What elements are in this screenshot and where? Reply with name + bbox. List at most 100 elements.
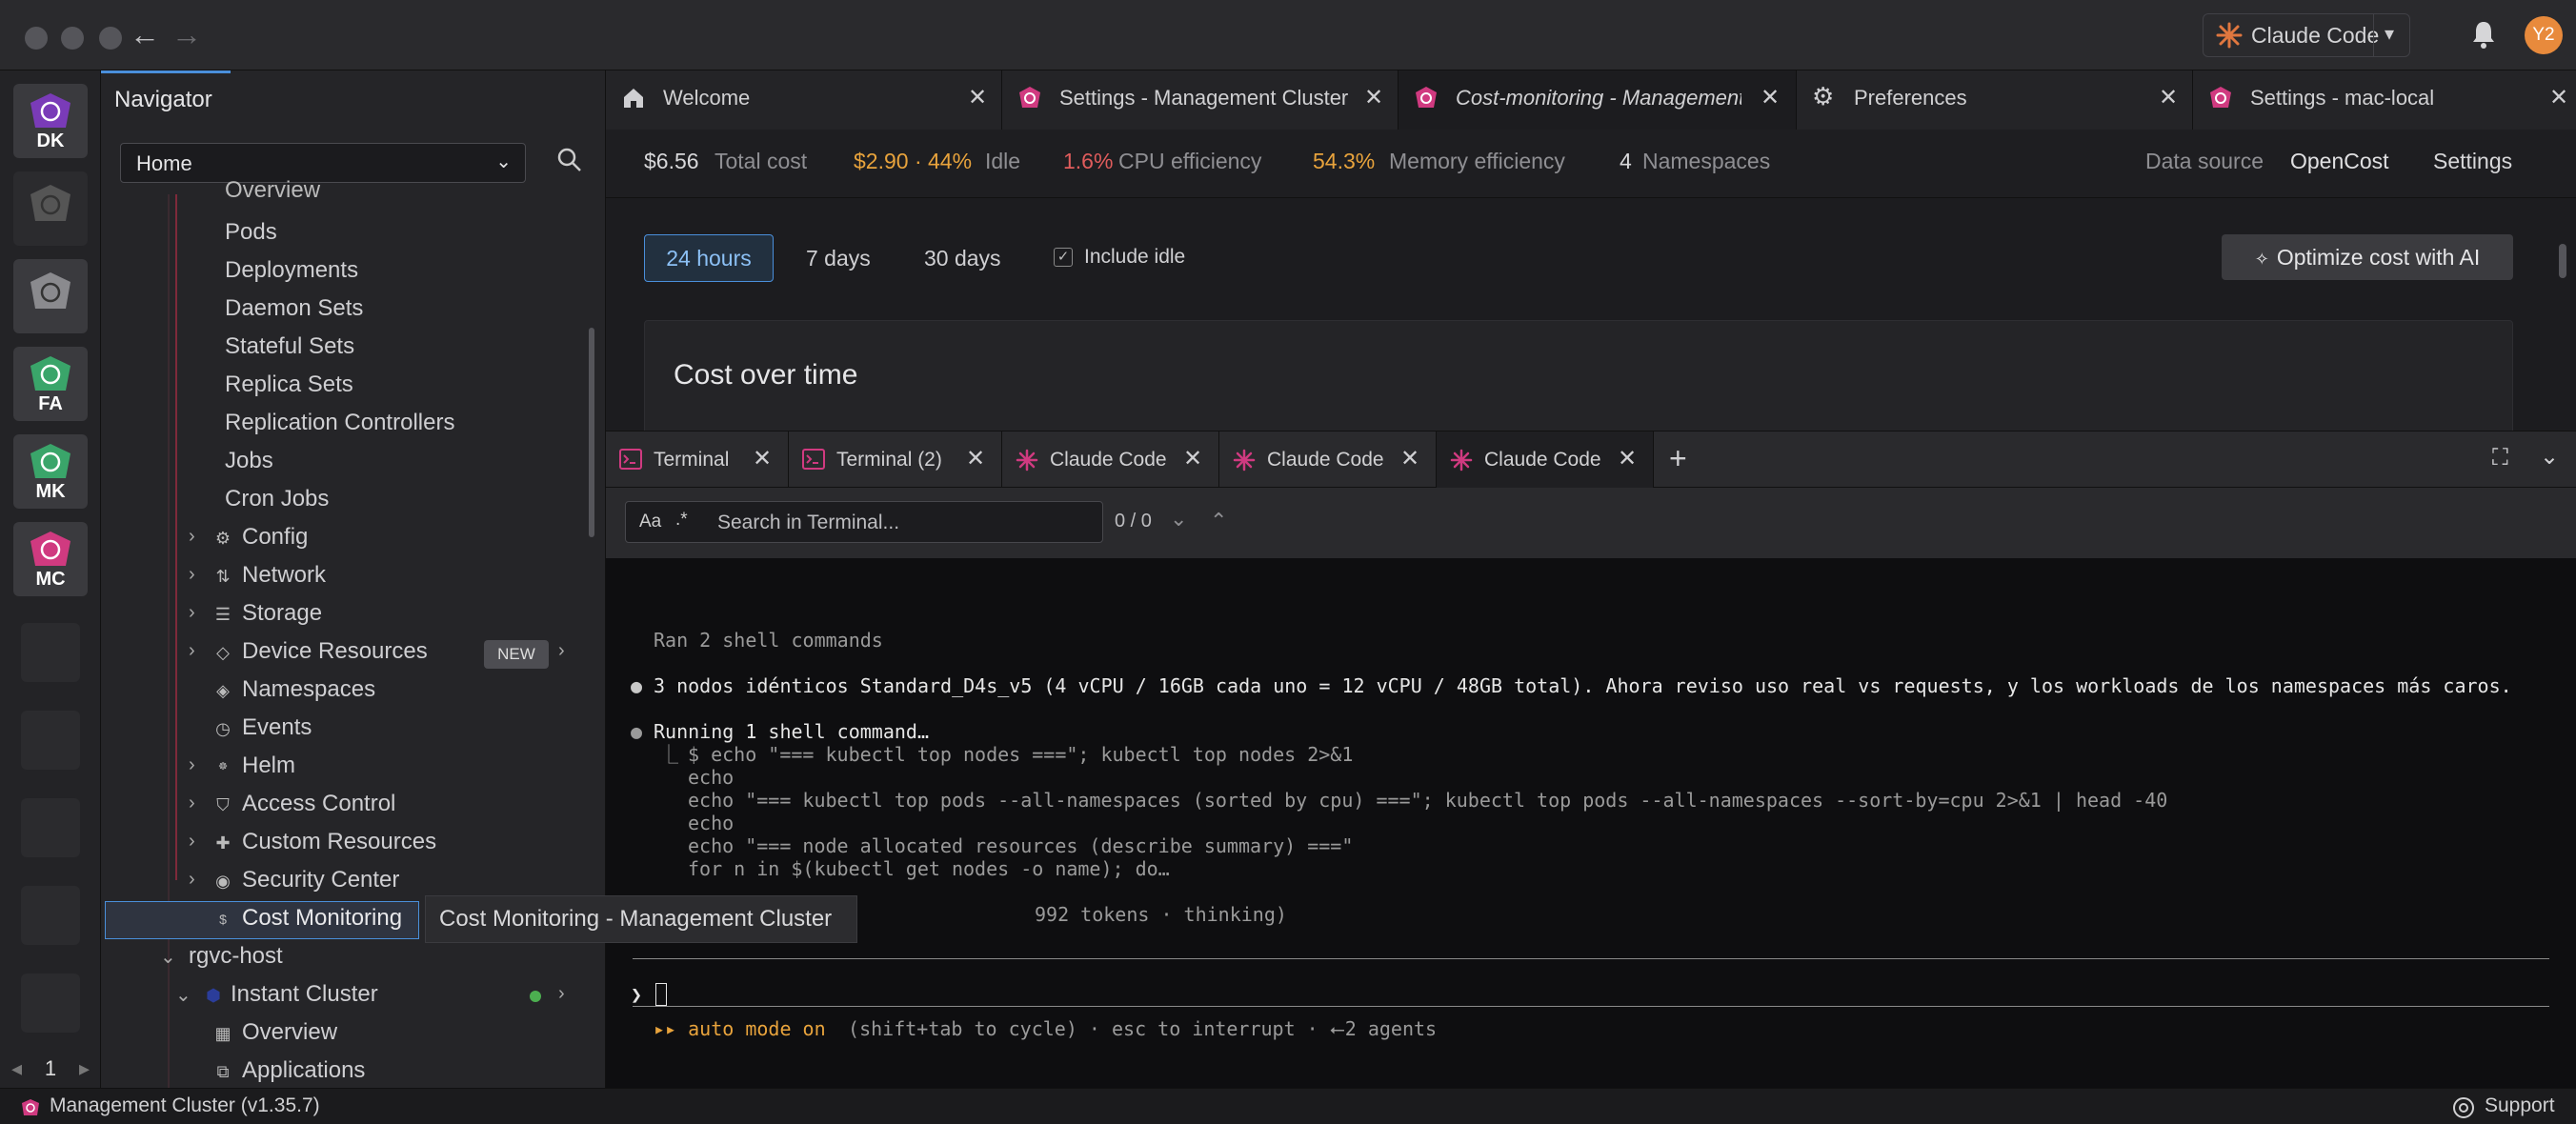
chevron-right-icon[interactable]: › [558, 640, 565, 662]
chevron-right-icon[interactable]: › [189, 602, 195, 624]
nav-deployments[interactable]: Deployments [225, 255, 358, 286]
close-icon[interactable]: ✕ [1618, 445, 1637, 472]
nav-cluster-rgvc-host[interactable]: rgvc-host [189, 941, 283, 972]
nav-replication-controllers[interactable]: Replication Controllers [225, 408, 454, 438]
range-7-days-button[interactable]: 7 days [806, 246, 871, 271]
nav-instant-applications[interactable]: Applications [242, 1055, 365, 1086]
nav-replica-sets[interactable]: Replica Sets [225, 370, 353, 400]
include-idle-checkbox[interactable]: ✓ [1054, 248, 1073, 267]
hotbar-empty-slot[interactable] [21, 711, 80, 770]
content-scrollbar[interactable] [2559, 244, 2566, 278]
hotbar-empty-slot[interactable] [21, 623, 80, 682]
match-case-toggle[interactable]: Aa [639, 512, 661, 532]
tab-welcome[interactable]: Welcome ✕ [606, 70, 1002, 130]
cost-settings-link[interactable]: Settings [2433, 149, 2512, 174]
close-icon[interactable]: ✕ [1364, 84, 1383, 111]
range-24-hours-button[interactable]: 24 hours [644, 234, 774, 282]
back-arrow-icon[interactable]: ← [130, 17, 160, 52]
hotbar-item-mk[interactable]: MK [13, 434, 88, 509]
tab-cost-monitoring[interactable]: Cost-monitoring - Management... ✕ [1399, 70, 1797, 130]
search-icon[interactable] [556, 147, 583, 173]
terminal-output[interactable]: Ran 2 shell commands ● 3 nodos idénticos… [606, 558, 2576, 1088]
chevron-right-icon[interactable]: › [189, 869, 195, 891]
regex-toggle[interactable]: .* [675, 510, 688, 531]
nav-cron-jobs[interactable]: Cron Jobs [225, 484, 329, 514]
dock-tab-claude-code-1[interactable]: Claude Code ✕ [1002, 432, 1219, 489]
chevron-right-icon[interactable]: ▸ [79, 1050, 90, 1088]
nav-network[interactable]: Network [242, 560, 326, 591]
range-30-days-button[interactable]: 30 days [924, 246, 1001, 271]
hotbar-item-dk[interactable]: DK [13, 84, 88, 158]
hotbar-empty-slot[interactable] [21, 798, 80, 857]
nav-device-resources[interactable]: Device Resources [242, 636, 428, 667]
nav-jobs[interactable]: Jobs [225, 446, 273, 476]
close-window-button[interactable] [25, 27, 48, 50]
nav-helm[interactable]: Helm [242, 751, 295, 781]
nav-security-center[interactable]: Security Center [242, 865, 399, 895]
chevron-down-icon[interactable]: ⌄ [175, 983, 191, 1007]
chevron-down-icon[interactable]: ⌄ [2540, 443, 2559, 471]
dock-tab-terminal-2[interactable]: Terminal (2) ✕ [789, 432, 1002, 489]
nav-custom-resources[interactable]: Custom Resources [242, 827, 436, 857]
nav-storage[interactable]: Storage [242, 598, 322, 629]
terminal-search-box[interactable]: Aa .* Search in Terminal... [625, 501, 1103, 543]
close-icon[interactable]: ✕ [1761, 84, 1780, 111]
close-icon[interactable]: ✕ [966, 445, 985, 472]
add-tab-icon[interactable]: + [1669, 441, 1687, 476]
dock-tab-claude-code-2[interactable]: Claude Code ✕ [1219, 432, 1437, 489]
nav-stateful-sets[interactable]: Stateful Sets [225, 331, 354, 362]
hotbar-item-3[interactable] [13, 259, 88, 333]
chevron-right-icon[interactable]: › [558, 983, 565, 1005]
dock-tab-terminal[interactable]: Terminal ✕ [606, 432, 789, 489]
close-icon[interactable]: ✕ [968, 84, 987, 111]
nav-namespaces[interactable]: Namespaces [242, 674, 375, 705]
nav-cost-monitoring[interactable]: Cost Monitoring [242, 903, 402, 933]
tab-preferences[interactable]: ⚙ Preferences ✕ [1797, 70, 2193, 130]
hotbar-empty-slot[interactable] [21, 886, 80, 945]
terminal-search-input[interactable]: Search in Terminal... [717, 512, 899, 534]
navigator-select[interactable]: Home ⌄ [120, 143, 526, 183]
dock-tab-claude-code-3[interactable]: Claude Code ✕ [1437, 432, 1654, 489]
claude-code-launcher[interactable]: Claude Code ▾ [2203, 13, 2410, 57]
maximize-window-button[interactable] [99, 27, 122, 50]
nav-instant-cluster[interactable]: Instant Cluster [231, 979, 378, 1010]
nav-pods[interactable]: Pods [225, 217, 277, 248]
nav-daemon-sets[interactable]: Daemon Sets [225, 293, 363, 324]
hotbar-item-2[interactable] [13, 171, 88, 246]
tab-settings-mac-local[interactable]: Settings - mac-local ✕ [2193, 70, 2576, 130]
chevron-down-icon[interactable]: ⌄ [1170, 507, 1187, 532]
chevron-right-icon[interactable]: › [189, 564, 195, 586]
support-link[interactable]: Support [2485, 1094, 2555, 1117]
nav-workload-overview[interactable]: Overview [225, 175, 320, 206]
chevron-right-icon[interactable]: › [189, 640, 195, 662]
hotbar-item-mc[interactable]: MC [13, 522, 88, 596]
chevron-up-icon[interactable]: ⌃ [1210, 509, 1227, 533]
chevron-right-icon[interactable]: › [189, 754, 195, 776]
optimize-cost-ai-button[interactable]: ✧ Optimize cost with AI [2222, 234, 2513, 280]
nav-events[interactable]: Events [242, 713, 312, 743]
maximize-icon[interactable]: ⛶ [2492, 445, 2508, 472]
tab-settings-management-cluster[interactable]: Settings - Management Cluster ✕ [1002, 70, 1399, 130]
chevron-down-icon[interactable]: ⌄ [160, 945, 176, 969]
bell-icon[interactable] [2469, 19, 2498, 50]
hotbar-item-fa[interactable]: FA [13, 347, 88, 421]
navigator-scrollbar[interactable] [589, 328, 594, 537]
hotbar-empty-slot[interactable] [21, 973, 80, 1033]
chevron-right-icon[interactable]: › [189, 831, 195, 853]
chevron-left-icon[interactable]: ◂ [11, 1050, 22, 1088]
forward-arrow-icon[interactable]: → [171, 17, 202, 52]
user-avatar[interactable]: Y2 [2525, 16, 2563, 54]
chevron-right-icon[interactable]: › [189, 793, 195, 814]
close-icon[interactable]: ✕ [2159, 84, 2178, 111]
nav-config[interactable]: Config [242, 522, 308, 552]
status-cluster[interactable]: Management Cluster (v1.35.7) [50, 1094, 320, 1117]
data-source-value[interactable]: OpenCost [2290, 149, 2389, 174]
close-icon[interactable]: ✕ [1400, 445, 1419, 472]
close-icon[interactable]: ✕ [2549, 84, 2568, 111]
close-icon[interactable]: ✕ [1183, 445, 1202, 472]
close-icon[interactable]: ✕ [753, 445, 772, 472]
minimize-window-button[interactable] [61, 27, 84, 50]
chevron-down-icon[interactable]: ▾ [2385, 22, 2394, 46]
chevron-right-icon[interactable]: › [189, 526, 195, 548]
nav-instant-overview[interactable]: Overview [242, 1017, 337, 1048]
